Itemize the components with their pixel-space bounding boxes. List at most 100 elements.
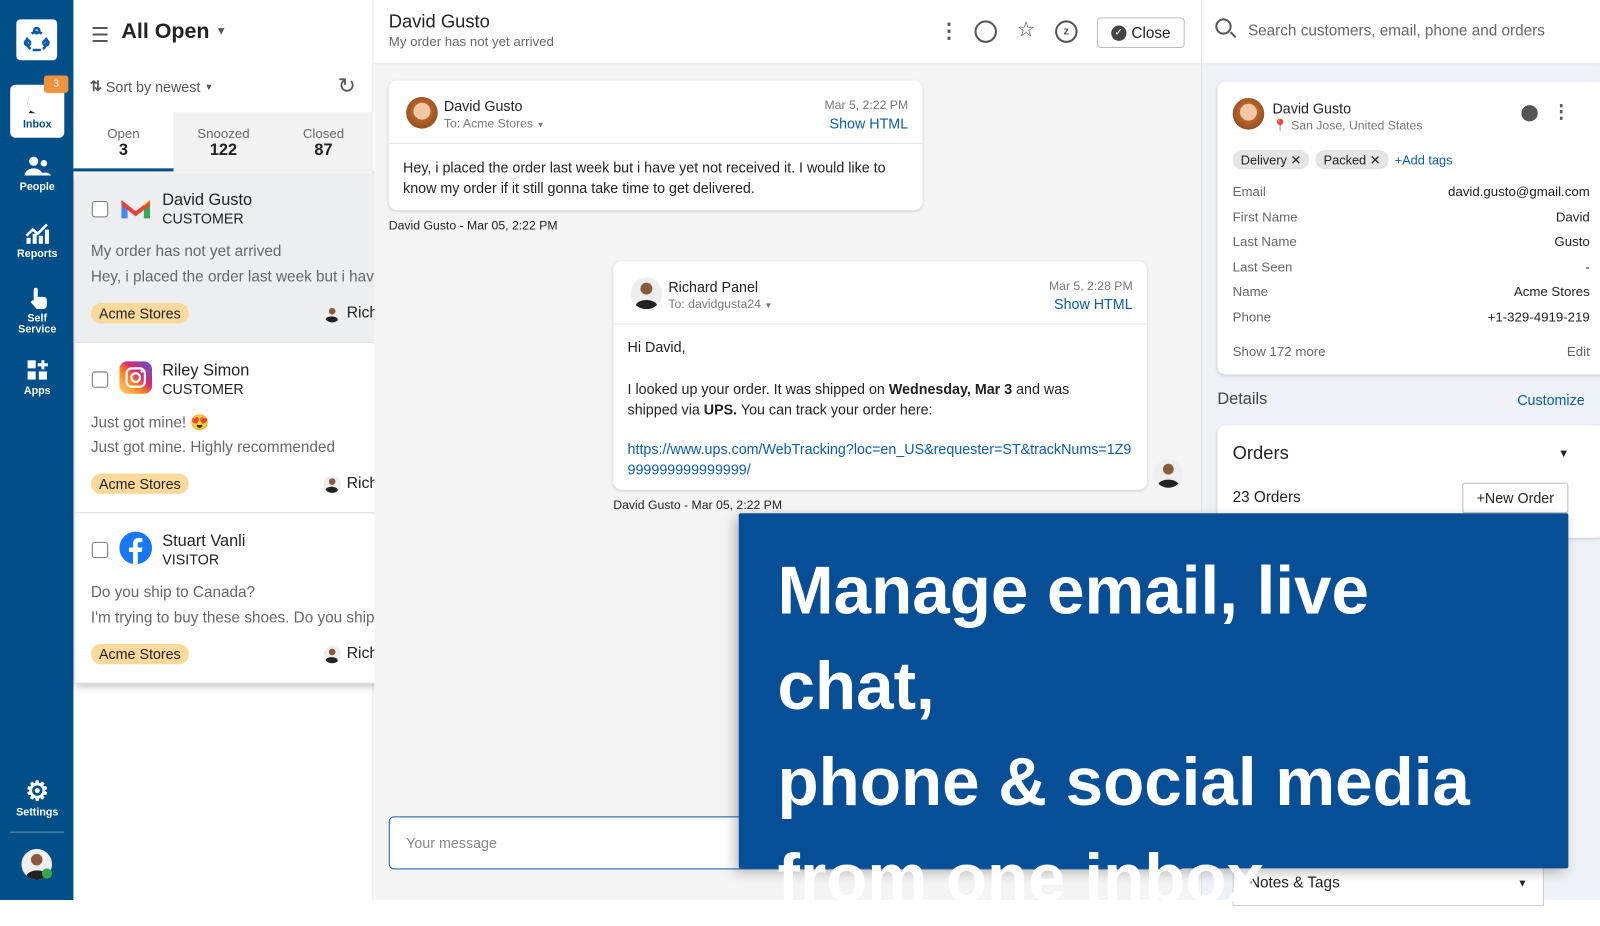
tab-label: Closed [302, 125, 345, 141]
edit-link[interactable]: Edit [1567, 344, 1590, 359]
close-label: Close [1131, 23, 1171, 42]
caret-down-icon: ▼ [204, 81, 214, 92]
tracking-link[interactable]: https://www.ups.com/WebTracking?loc=en_U… [628, 439, 1138, 480]
menu-icon[interactable]: ☰ [91, 22, 109, 48]
field-label: Name [1232, 284, 1269, 300]
nav-self-service[interactable]: Self Service [10, 281, 64, 342]
divider [388, 142, 923, 144]
remove-tag-icon[interactable]: ✕ [1290, 153, 1301, 167]
snooze-icon[interactable]: z [1055, 20, 1078, 43]
sort-label: Sort by newest [105, 78, 201, 95]
field-value: - [1585, 258, 1590, 275]
gmail-icon [119, 196, 152, 226]
caret-down-icon: ▼ [215, 25, 227, 38]
clock-icon[interactable] [1521, 105, 1538, 122]
customize-link[interactable]: Customize [1517, 392, 1584, 408]
customer-field-row: First Name David [1233, 209, 1590, 224]
recipient-dropdown[interactable]: To: Acme Stores ▼ [444, 116, 545, 130]
view-selector[interactable]: All Open ▼ [121, 19, 226, 43]
caret-down-icon[interactable]: ▼ [1558, 448, 1569, 460]
more-options-icon[interactable]: ⋮ [1552, 101, 1570, 122]
tab-closed[interactable]: Closed 87 [273, 112, 373, 171]
nav-reports[interactable]: Reports [10, 214, 64, 267]
promo-line: Manage email, live chat, [777, 552, 1369, 724]
store-tag: Acme Stores [90, 643, 189, 665]
sender-name: Richard Panel [668, 278, 759, 295]
remove-tag-icon[interactable]: ✕ [1370, 153, 1381, 167]
customer-name: David Gusto [1272, 99, 1352, 117]
new-order-button[interactable]: +New Order [1462, 482, 1569, 514]
view-title: All Open [121, 19, 210, 43]
recipient: To: davidgusta24 [668, 296, 761, 312]
nav-people-label: People [19, 180, 55, 193]
message-body: Hey, i placed the order last week but i … [403, 159, 886, 196]
nav-settings[interactable]: ⚙ Settings [10, 772, 64, 825]
add-tags-link[interactable]: +Add tags [1395, 153, 1453, 167]
sort-icon: ⇅ [89, 77, 102, 94]
promo-banner: Manage email, live chat, phone & social … [738, 513, 1569, 915]
select-checkbox[interactable] [91, 541, 109, 559]
conversation-subtitle: My order has not yet arrived [388, 33, 554, 49]
more-options-icon[interactable]: ⋮ [939, 18, 959, 44]
assign-user-icon[interactable] [974, 20, 997, 43]
search-input[interactable]: Search customers, email, phone and order… [1248, 22, 1545, 39]
nav-apps[interactable]: Apps [10, 352, 64, 405]
field-label: Phone [1232, 309, 1272, 325]
select-checkbox[interactable] [91, 201, 109, 218]
caret-down-icon: ▼ [536, 120, 545, 130]
body-text: I looked up your order. It was shipped o… [627, 380, 889, 397]
carrier: UPS. [703, 401, 738, 418]
select-checkbox[interactable] [91, 371, 109, 388]
field-label: Last Name [1232, 233, 1297, 250]
star-icon[interactable]: ☆ [1016, 17, 1035, 43]
search-icon-handle [1229, 31, 1237, 38]
body-text: You can track your order here: [737, 401, 933, 418]
customer-avatar [1232, 97, 1265, 130]
store-tag: Acme Stores [90, 473, 189, 494]
tab-snoozed[interactable]: Snoozed 122 [173, 112, 273, 171]
close-conversation-button[interactable]: ✓ Close [1096, 17, 1185, 48]
sort-dropdown[interactable]: ⇅ Sort by newest ▼ [90, 78, 214, 95]
contact-name: Riley Simon [162, 362, 250, 380]
recipient-dropdown[interactable]: To: davidgusta24 ▼ [668, 297, 772, 311]
conversation-title: David Gusto [388, 11, 490, 32]
contact-role: VISITOR [162, 551, 220, 568]
reports-chart-icon [25, 223, 49, 244]
orders-count: 23 Orders [1232, 488, 1301, 507]
field-value: David [1555, 208, 1590, 225]
tab-count: 87 [314, 141, 333, 160]
status-tabs: Open 3 Snoozed 122 Closed 87 [73, 112, 374, 172]
nav-settings-label: Settings [16, 806, 59, 819]
left-nav: Inbox 3 People Reports Self Service Apps… [0, 0, 74, 900]
show-more-link[interactable]: Show 172 more [1233, 344, 1326, 359]
check-circle-icon: ✓ [1111, 24, 1127, 41]
field-label: Email [1232, 183, 1266, 199]
refresh-icon[interactable]: ↻ [338, 73, 356, 99]
promo-line: from one inbox [777, 839, 1264, 916]
customer-search[interactable]: Search customers, email, phone and order… [1202, 0, 1600, 65]
conversation-header: David Gusto My order has not yet arrived… [374, 0, 1202, 65]
tag-chip: Delivery ✕ [1232, 149, 1310, 170]
tab-open[interactable]: Open 3 [73, 112, 174, 172]
details-heading: Details [1217, 390, 1268, 409]
inbox-count-badge: 3 [43, 75, 69, 93]
show-html-link[interactable]: Show HTML [1054, 296, 1133, 312]
store-tag: Acme Stores [90, 303, 189, 324]
customer-field-row: Name Acme Stores [1233, 284, 1590, 299]
divider [613, 323, 1147, 325]
field-value: david.gusto@gmail.com [1448, 183, 1590, 199]
customer-field-row: Phone +1-329-4919-219 [1233, 309, 1590, 324]
app-logo[interactable] [16, 19, 58, 61]
tab-count: 3 [118, 141, 129, 160]
people-icon [23, 156, 51, 176]
show-html-link[interactable]: Show HTML [830, 115, 909, 131]
tag-label: Delivery [1240, 153, 1287, 168]
customer-location: 📍 San Jose, United States [1272, 118, 1422, 132]
nav-self-service-label: Self Service [18, 312, 57, 336]
nav-divider [10, 831, 65, 833]
field-value: Gusto [1554, 233, 1590, 250]
online-status-dot [41, 868, 53, 879]
message-time: Mar 5, 2:22 PM [824, 97, 909, 113]
nav-people[interactable]: People [10, 148, 64, 201]
tab-label: Open [107, 125, 140, 141]
